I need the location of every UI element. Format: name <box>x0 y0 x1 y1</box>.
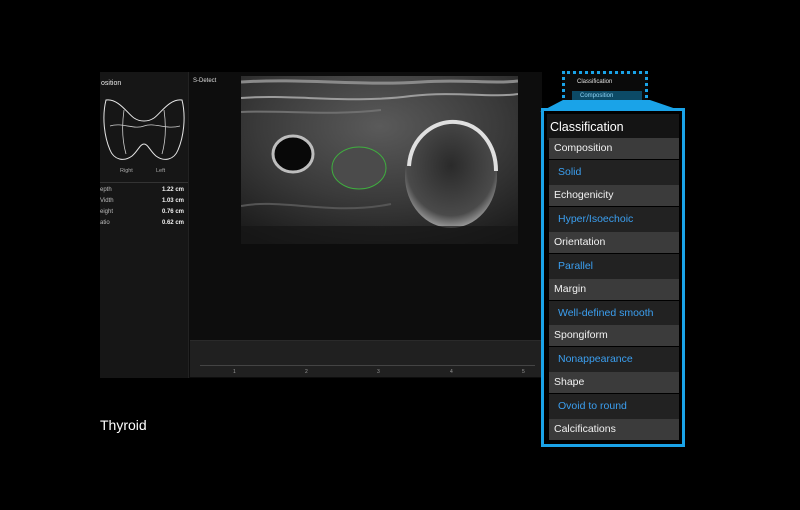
timeline-tick: 2 <box>305 369 308 375</box>
measurement-value: 0.62 cm <box>161 220 184 226</box>
diagram-label-right: Right <box>120 168 133 174</box>
measurement-row: epth 1.22 cm <box>100 187 186 197</box>
measurement-row: Vidth 1.03 cm <box>100 198 186 208</box>
mode-label: S-Detect <box>193 78 217 84</box>
measurement-row: eight 0.76 cm <box>100 209 186 219</box>
diagram-label-left: Left <box>156 168 166 174</box>
panel-divider <box>100 182 188 183</box>
position-panel-title: osition <box>101 80 122 87</box>
position-panel: osition Right Left epth 1.22 cm Vidth 1.… <box>100 72 189 378</box>
measurement-name: eight <box>100 209 114 215</box>
value-orientation[interactable]: Parallel <box>549 254 679 279</box>
category-echogenicity[interactable]: Echogenicity <box>549 185 679 206</box>
measurement-value: 0.76 cm <box>161 209 184 215</box>
timeline-tick: 3 <box>377 369 380 375</box>
category-margin[interactable]: Margin <box>549 279 679 300</box>
measurement-value: 1.22 cm <box>161 187 184 193</box>
classification-header: Classification <box>547 114 679 140</box>
timeline-tick: 5 <box>522 369 525 375</box>
measurement-name: Vidth <box>100 198 114 204</box>
value-composition[interactable]: Solid <box>549 160 679 185</box>
measurement-value: 1.03 cm <box>161 198 184 204</box>
caption-thyroid: Thyroid <box>100 417 147 433</box>
category-composition[interactable]: Composition <box>549 138 679 159</box>
measurement-name: atio <box>100 220 110 226</box>
thyroid-diagram-icon <box>103 99 185 160</box>
classification-panel: Classification Composition Solid Echogen… <box>541 108 685 447</box>
value-spongiform[interactable]: Nonappearance <box>549 347 679 372</box>
category-calcifications[interactable]: Calcifications <box>549 419 679 440</box>
measurement-name: epth <box>100 187 112 193</box>
value-margin[interactable]: Well-defined smooth <box>549 301 679 326</box>
cine-timeline[interactable]: 1 2 3 4 5 <box>190 340 542 377</box>
ultrasound-screen: osition Right Left epth 1.22 cm Vidth 1.… <box>100 72 542 378</box>
timeline-track[interactable] <box>200 365 535 366</box>
ultrasound-scan-graphic <box>241 76 518 244</box>
category-shape[interactable]: Shape <box>549 372 679 393</box>
category-orientation[interactable]: Orientation <box>549 232 679 253</box>
value-shape[interactable]: Ovoid to round <box>549 394 679 419</box>
timeline-tick: 1 <box>233 369 236 375</box>
ultrasound-image[interactable] <box>241 76 518 244</box>
zoom-title: Classification <box>577 79 613 85</box>
category-spongiform[interactable]: Spongiform <box>549 325 679 346</box>
timeline-tick: 4 <box>450 369 453 375</box>
value-echogenicity[interactable]: Hyper/Isoechoic <box>549 207 679 232</box>
measurement-row: atio 0.62 cm <box>100 220 186 230</box>
